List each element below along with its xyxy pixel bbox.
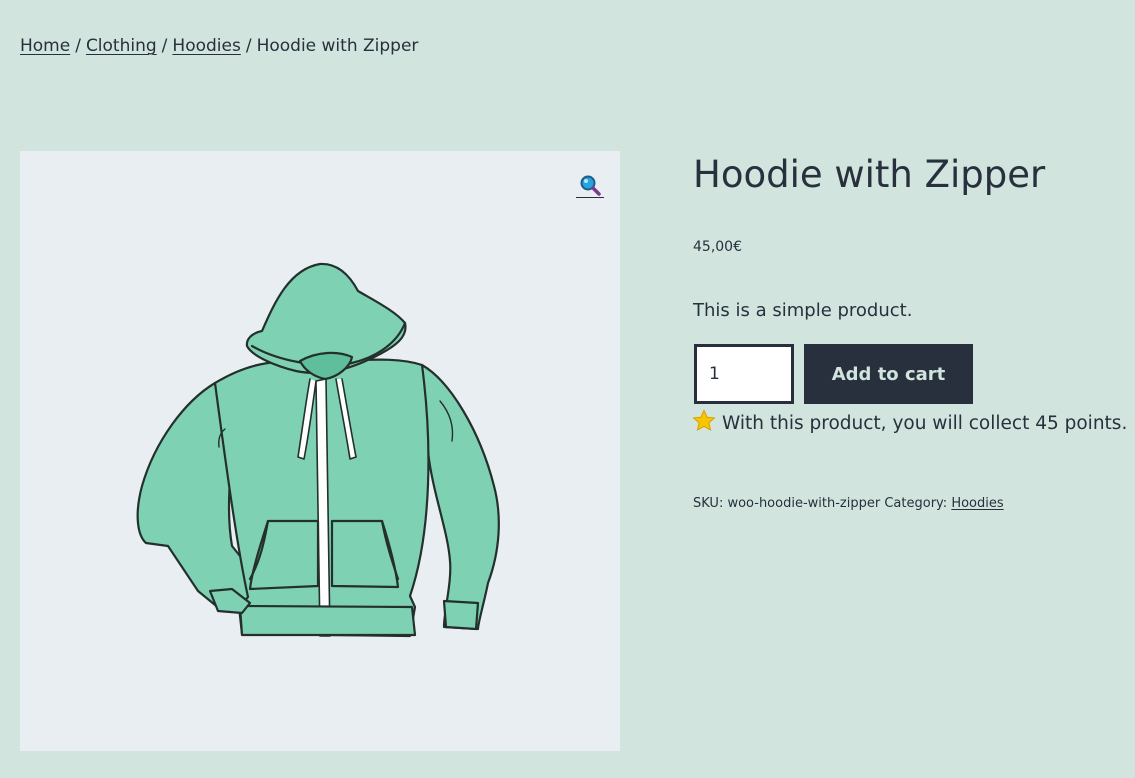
sku-label: SKU: bbox=[693, 496, 724, 511]
breadcrumb-separator: / bbox=[75, 36, 81, 56]
breadcrumb: Home / Clothing / Hoodies / Hoodie with Zipper bbox=[20, 34, 418, 58]
category-link[interactable]: Hoodies bbox=[951, 496, 1003, 511]
points-message: With this product, you will collect 45 p… bbox=[692, 409, 1127, 434]
breadcrumb-current: Hoodie with Zipper bbox=[256, 36, 419, 56]
add-to-cart-button[interactable]: Add to cart bbox=[804, 344, 973, 404]
zoom-button[interactable] bbox=[576, 174, 604, 198]
breadcrumb-separator: / bbox=[161, 36, 168, 56]
breadcrumb-separator: / bbox=[245, 36, 252, 56]
sku-value: woo-hoodie-with-zipper bbox=[727, 496, 881, 511]
category-label: Category: bbox=[884, 496, 948, 511]
quantity-input[interactable] bbox=[694, 344, 794, 404]
breadcrumb-home-link[interactable]: Home bbox=[20, 36, 70, 56]
breadcrumb-hoodies-link[interactable]: Hoodies bbox=[172, 36, 240, 56]
product-gallery[interactable] bbox=[20, 151, 620, 751]
breadcrumb-clothing-link[interactable]: Clothing bbox=[86, 36, 157, 56]
product-summary: Hoodie with Zipper 45,00€ This is a simp… bbox=[692, 150, 1127, 511]
points-text: With this product, you will collect 45 p… bbox=[722, 413, 1128, 434]
product-meta: SKU: woo-hoodie-with-zipper Category: Ho… bbox=[693, 496, 1004, 511]
product-short-description: This is a simple product. bbox=[693, 300, 913, 321]
magnifier-icon bbox=[580, 175, 601, 196]
product-page: Home / Clothing / Hoodies / Hoodie with Zipper bbox=[0, 0, 1135, 778]
product-price: 45,00€ bbox=[693, 239, 742, 255]
star-icon bbox=[692, 409, 716, 431]
product-title: Hoodie with Zipper bbox=[693, 153, 1046, 196]
hoodie-image[interactable] bbox=[20, 151, 620, 751]
